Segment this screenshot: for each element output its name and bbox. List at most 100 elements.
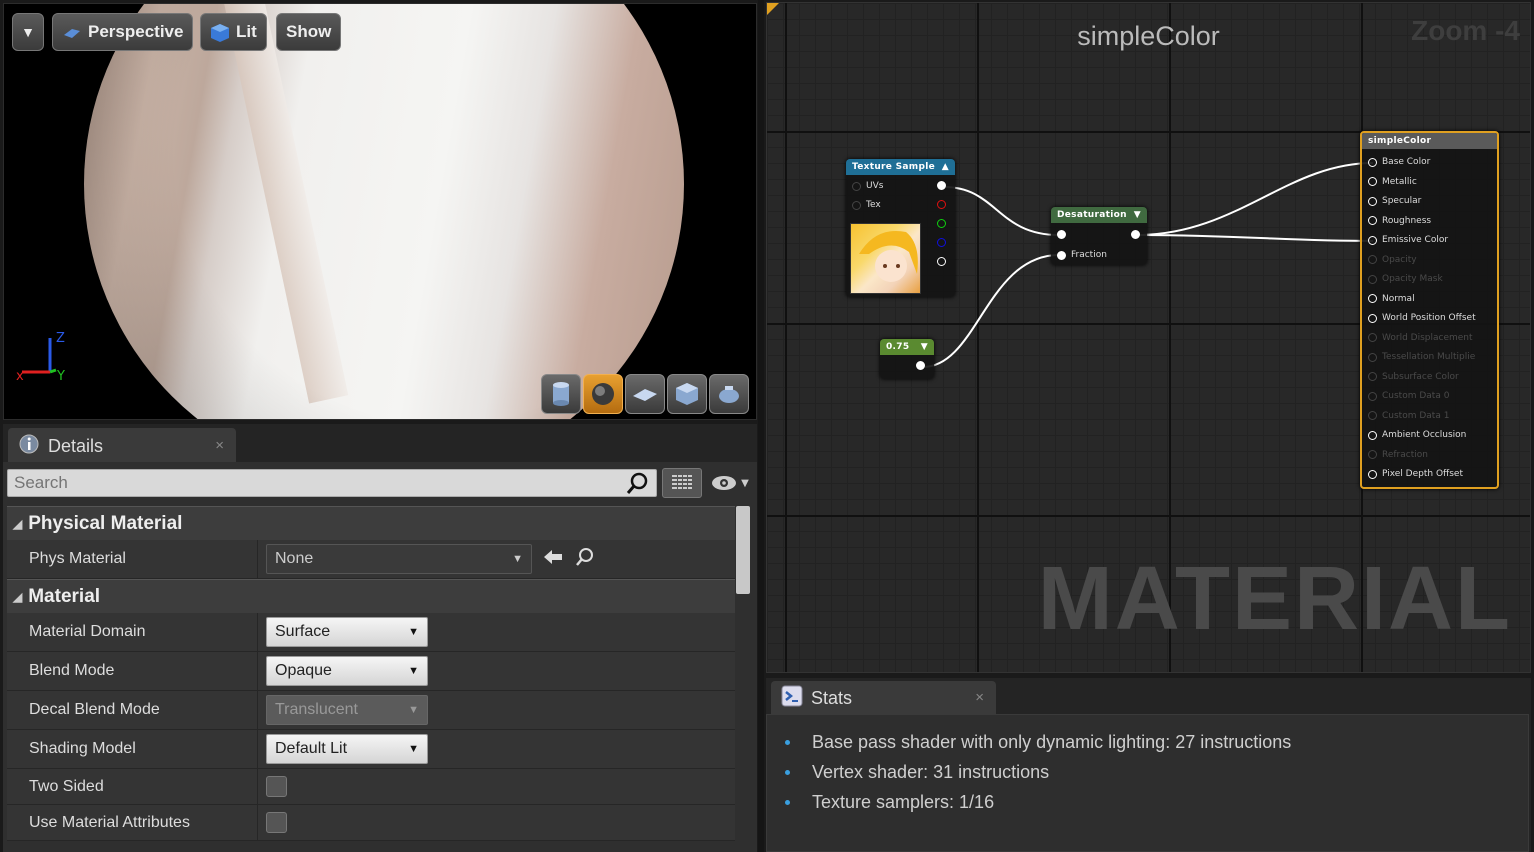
sphere-preview-button[interactable] bbox=[583, 374, 623, 414]
result-pin-subsurface-color[interactable]: Subsurface Color bbox=[1368, 372, 1459, 382]
cube-preview-button[interactable] bbox=[667, 374, 707, 414]
tex-input-pin[interactable] bbox=[852, 200, 861, 210]
input-pin[interactable] bbox=[1368, 391, 1377, 401]
node-title: simpleColor bbox=[1368, 136, 1432, 146]
result-pin-normal[interactable]: Normal bbox=[1368, 294, 1415, 304]
chevron-down-icon: ▼ bbox=[408, 626, 419, 638]
details-panel: Details × ▼ ◢ Physical Material Phys Mat… bbox=[3, 424, 757, 852]
chevron-down-icon: ▼ bbox=[408, 704, 419, 716]
rgb-output-pin[interactable] bbox=[937, 181, 946, 190]
phys-material-picker[interactable]: None ▼ bbox=[266, 544, 532, 574]
input-pin[interactable] bbox=[1368, 352, 1377, 362]
property-label: Material Domain bbox=[29, 623, 146, 640]
show-button[interactable]: Show bbox=[276, 13, 342, 51]
result-pin-metallic[interactable]: Metallic bbox=[1368, 177, 1417, 187]
custom-mesh-preview-button[interactable] bbox=[709, 374, 749, 414]
shading-model-select[interactable]: Default Lit ▼ bbox=[266, 734, 428, 764]
result-pin-tessellation-multiplie[interactable]: Tessellation Multiplie bbox=[1368, 352, 1475, 362]
chevron-down-icon[interactable]: ▼ bbox=[921, 342, 928, 352]
input-pin[interactable] bbox=[1368, 196, 1377, 206]
pin-label: World Displacement bbox=[1382, 332, 1473, 343]
material-domain-select[interactable]: Surface ▼ bbox=[266, 617, 428, 647]
close-icon[interactable]: × bbox=[215, 437, 224, 454]
category-physical-material[interactable]: ◢ Physical Material bbox=[7, 506, 735, 540]
pin-label: UVs bbox=[866, 181, 884, 191]
view-options-button[interactable]: ▼ bbox=[705, 468, 755, 498]
input-pin[interactable] bbox=[1368, 450, 1377, 459]
a-output-pin[interactable] bbox=[937, 257, 946, 266]
input-pin[interactable] bbox=[1368, 313, 1377, 323]
input-pin[interactable] bbox=[1057, 230, 1066, 239]
property-label: Shading Model bbox=[29, 740, 136, 757]
back-arrow-icon[interactable] bbox=[542, 548, 564, 570]
result-pin-world-position-offset[interactable]: World Position Offset bbox=[1368, 313, 1476, 323]
sphere-icon bbox=[592, 383, 614, 405]
desaturation-node[interactable]: Desaturation ▼ Fraction bbox=[1051, 207, 1147, 265]
use-material-attributes-checkbox[interactable] bbox=[266, 812, 287, 833]
preview-sphere bbox=[84, 4, 684, 419]
result-pin-custom-data-1[interactable]: Custom Data 1 bbox=[1368, 411, 1449, 421]
input-pin[interactable] bbox=[1368, 430, 1377, 440]
tab-stats[interactable]: Stats × bbox=[771, 681, 996, 715]
input-pin[interactable] bbox=[1368, 255, 1377, 264]
b-output-pin[interactable] bbox=[937, 238, 946, 247]
material-graph[interactable]: simpleColor Zoom -4 MATERIAL Texture Sam… bbox=[766, 2, 1531, 673]
category-material[interactable]: ◢ Material bbox=[7, 579, 735, 613]
plane-preview-button[interactable] bbox=[625, 374, 665, 414]
input-pin[interactable] bbox=[1368, 177, 1377, 186]
category-label: Material bbox=[28, 585, 101, 607]
details-scrollbar[interactable] bbox=[736, 506, 750, 594]
browse-icon[interactable] bbox=[574, 546, 596, 572]
viewport-menu-button[interactable]: ▼ bbox=[12, 13, 44, 51]
search-icon[interactable] bbox=[625, 470, 651, 496]
input-pin[interactable] bbox=[1368, 274, 1377, 284]
texture-sample-node[interactable]: Texture Sample ▲ UVs Tex bbox=[846, 159, 955, 297]
close-icon[interactable]: × bbox=[975, 689, 984, 706]
input-pin[interactable] bbox=[1368, 294, 1377, 303]
result-pin-world-displacement[interactable]: World Displacement bbox=[1368, 333, 1473, 343]
result-pin-base-color[interactable]: Base Color bbox=[1368, 157, 1430, 167]
collapse-icon[interactable]: ▲ bbox=[942, 162, 949, 172]
uvs-input-pin[interactable] bbox=[852, 181, 861, 191]
input-pin[interactable] bbox=[1368, 216, 1377, 225]
input-pin[interactable] bbox=[1368, 157, 1377, 167]
perspective-button[interactable]: Perspective bbox=[52, 13, 194, 51]
constant-node[interactable]: 0.75 ▼ bbox=[880, 339, 934, 379]
property-row-use-material-attributes: Use Material Attributes bbox=[7, 805, 735, 841]
preview-viewport[interactable]: ▼ Perspective Lit Show Z Y x bbox=[3, 3, 757, 420]
input-pin[interactable] bbox=[1368, 372, 1377, 381]
result-pin-roughness[interactable]: Roughness bbox=[1368, 216, 1431, 226]
cylinder-preview-button[interactable] bbox=[541, 374, 581, 414]
result-pin-opacity[interactable]: Opacity bbox=[1368, 255, 1417, 265]
output-pin[interactable] bbox=[916, 361, 925, 370]
blend-mode-select[interactable]: Opaque ▼ bbox=[266, 656, 428, 686]
r-output-pin[interactable] bbox=[937, 200, 946, 209]
output-pin[interactable] bbox=[1131, 230, 1140, 239]
result-pin-custom-data-0[interactable]: Custom Data 0 bbox=[1368, 391, 1449, 401]
g-output-pin[interactable] bbox=[937, 219, 946, 228]
property-matrix-button[interactable] bbox=[662, 468, 702, 498]
input-pin[interactable] bbox=[1368, 333, 1377, 342]
search-input[interactable] bbox=[7, 469, 657, 497]
input-pin[interactable] bbox=[1368, 469, 1377, 479]
tab-details[interactable]: Details × bbox=[8, 428, 236, 464]
axis-z-label: Z bbox=[56, 331, 65, 346]
input-pin[interactable] bbox=[1368, 411, 1377, 420]
result-pin-pixel-depth-offset[interactable]: Pixel Depth Offset bbox=[1368, 469, 1463, 479]
material-result-node[interactable]: simpleColor Base Color Metallic Specular Ro… bbox=[1360, 131, 1499, 489]
result-pin-ambient-occlusion[interactable]: Ambient Occlusion bbox=[1368, 430, 1466, 440]
fraction-input-pin[interactable] bbox=[1057, 250, 1066, 260]
blend-mode-value: Opaque bbox=[275, 662, 332, 679]
property-label: Two Sided bbox=[29, 777, 104, 795]
panel-splitter[interactable] bbox=[758, 0, 764, 852]
two-sided-checkbox[interactable] bbox=[266, 776, 287, 797]
result-pin-opacity-mask[interactable]: Opacity Mask bbox=[1368, 274, 1443, 284]
result-pin-emissive-color[interactable]: Emissive Color bbox=[1368, 235, 1448, 245]
lit-button[interactable]: Lit bbox=[200, 13, 267, 51]
result-pin-specular[interactable]: Specular bbox=[1368, 196, 1421, 206]
chevron-down-icon[interactable]: ▼ bbox=[1134, 210, 1141, 220]
result-pin-refraction[interactable]: Refraction bbox=[1368, 450, 1428, 460]
chevron-down-icon: ▼ bbox=[408, 665, 419, 677]
pin-label: Custom Data 1 bbox=[1382, 410, 1450, 421]
input-pin[interactable] bbox=[1368, 235, 1377, 245]
